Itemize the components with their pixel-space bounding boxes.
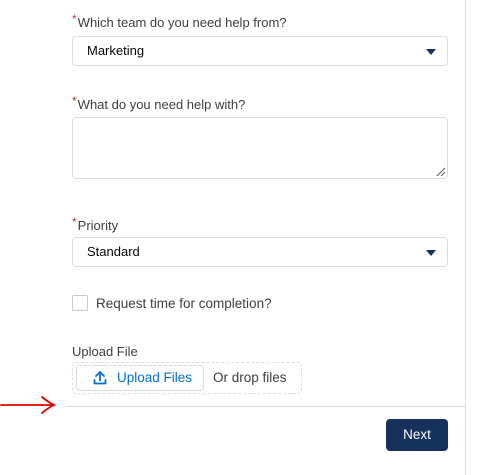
caret-down-icon xyxy=(426,49,436,55)
upload-label-row: Upload File xyxy=(72,343,448,361)
red-arrow-icon xyxy=(0,396,57,414)
team-select-value: Marketing xyxy=(87,43,145,58)
form-page: *Which team do you need help from? Marke… xyxy=(0,0,481,475)
completion-checkbox-label[interactable]: Request time for completion? xyxy=(96,296,272,311)
resize-grip-icon[interactable] xyxy=(435,166,445,176)
upload-icon xyxy=(93,371,107,385)
upload-files-button[interactable]: Upload Files xyxy=(76,365,204,391)
team-select[interactable]: Marketing xyxy=(72,36,448,66)
panel-right-border xyxy=(465,0,466,475)
upload-label: Upload File xyxy=(72,344,138,359)
caret-down-icon xyxy=(426,250,436,256)
help-field-label: What do you need help with? xyxy=(77,97,246,112)
completion-checkbox[interactable] xyxy=(72,295,88,311)
required-mark: * xyxy=(72,12,77,26)
priority-field-label: Priority xyxy=(77,218,119,233)
help-textarea[interactable] xyxy=(72,117,448,179)
team-field-label-row: *Which team do you need help from? xyxy=(72,12,448,32)
drop-files-text: Or drop files xyxy=(213,370,287,385)
next-button[interactable]: Next xyxy=(386,419,448,451)
required-mark: * xyxy=(72,215,77,229)
help-field-label-row: *What do you need help with? xyxy=(72,94,448,114)
footer-divider xyxy=(66,406,465,407)
file-dropzone[interactable]: Upload Files Or drop files xyxy=(72,362,302,394)
priority-select[interactable]: Standard xyxy=(72,237,448,267)
team-field-label: Which team do you need help from? xyxy=(77,15,287,30)
priority-field-label-row: *Priority xyxy=(72,215,448,235)
required-mark: * xyxy=(72,94,77,108)
priority-select-value: Standard xyxy=(87,244,140,259)
upload-files-label: Upload Files xyxy=(117,370,193,385)
